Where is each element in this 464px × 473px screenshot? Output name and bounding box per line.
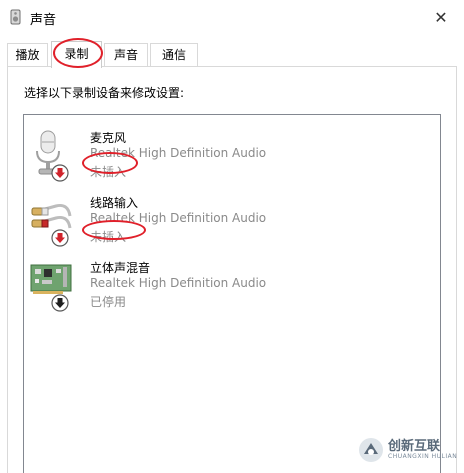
instruction-text: 选择以下录制设备来修改设置: [24, 86, 185, 100]
tab-playback[interactable]: 播放 [7, 43, 48, 67]
watermark-brand: 创新互联 [388, 439, 441, 454]
device-driver: Realtek High Definition Audio [90, 276, 267, 290]
device-item-microphone[interactable]: 麦克风 Realtek High Definition Audio 未插入 [24, 123, 440, 183]
device-name: 线路输入 [90, 196, 139, 210]
tab-sounds[interactable]: 声音 [104, 43, 148, 67]
tab-panel: 选择以下录制设备来修改设置: 麦克风 Realtek High Definiti… [7, 66, 457, 473]
window-title: 声音 [30, 13, 57, 28]
device-name: 立体声混音 [90, 261, 151, 275]
device-item-stereo-mix[interactable]: 立体声混音 Realtek High Definition Audio 已停用 [24, 253, 440, 313]
black-down-arrow-icon [51, 294, 69, 315]
tab-communications[interactable]: 通信 [150, 43, 198, 67]
brand-logo-icon [359, 438, 383, 462]
device-status: 未插入 [90, 165, 127, 179]
speaker-icon [9, 9, 23, 25]
tab-strip: 播放 录制 声音 通信 [7, 41, 457, 68]
red-down-arrow-icon [51, 229, 69, 250]
device-status: 未插入 [90, 230, 127, 244]
device-name: 麦克风 [90, 131, 127, 145]
device-driver: Realtek High Definition Audio [90, 146, 267, 160]
device-list[interactable]: 麦克风 Realtek High Definition Audio 未插入 线路… [23, 114, 441, 473]
device-status: 已停用 [90, 295, 127, 309]
device-driver: Realtek High Definition Audio [90, 211, 267, 225]
close-button[interactable]: ✕ [418, 0, 464, 34]
device-item-line-in[interactable]: 线路输入 Realtek High Definition Audio 未插入 [24, 188, 440, 248]
tab-recording[interactable]: 录制 [51, 41, 102, 68]
red-down-arrow-icon [51, 164, 69, 185]
watermark-logo: 创新互联 CHUANGXIN HULIAN [358, 433, 458, 469]
watermark-subtext: CHUANGXIN HULIAN [388, 453, 458, 460]
title-bar: 声音 ✕ [0, 0, 464, 34]
